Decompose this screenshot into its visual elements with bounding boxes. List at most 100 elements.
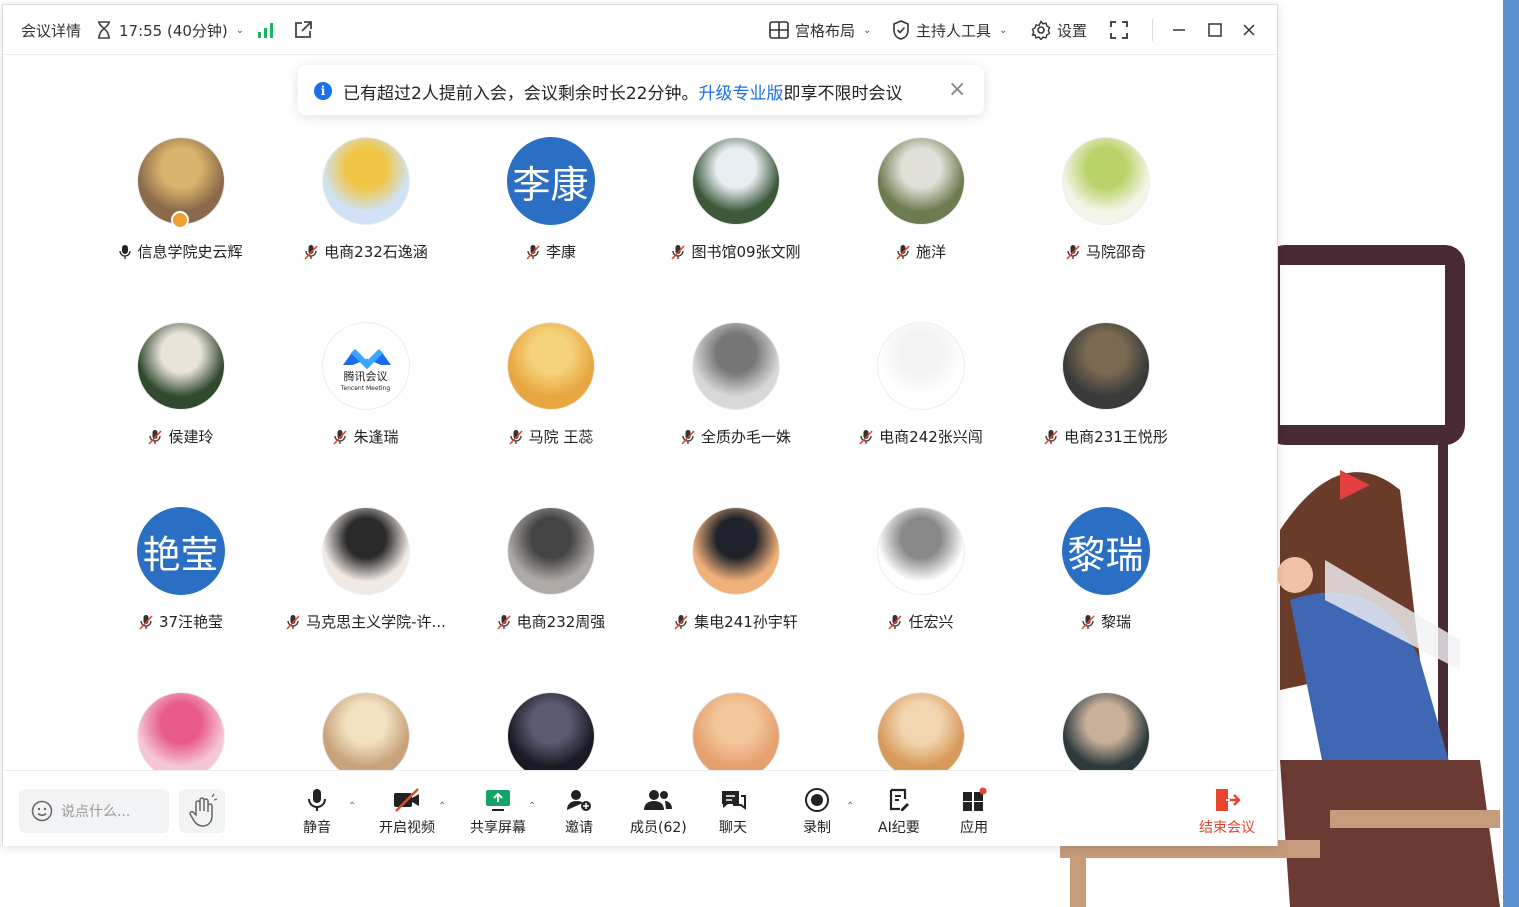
mic-muted-icon (888, 614, 903, 630)
share-screen-icon (486, 790, 510, 811)
avatar-photo (691, 137, 780, 225)
participant-name: 37汪艳莹 (88, 611, 273, 632)
share-screen-label: 共享屏幕 (470, 820, 526, 836)
participant-name: 马院 王蕊 (458, 426, 643, 447)
desktop-window-edge (1503, 0, 1519, 907)
title-divider (1152, 19, 1153, 41)
avatar-photo (506, 507, 595, 595)
maximize-icon[interactable] (1207, 5, 1223, 55)
time-limit-notice: i 已有超过2人提前入会，会议剩余时长22分钟。升级专业版即享不限时会议 × (298, 65, 984, 115)
avatar-photo (506, 692, 595, 772)
exit-icon (1216, 789, 1241, 811)
avatar-photo (876, 322, 965, 410)
video-label: 开启视频 (379, 820, 435, 836)
members-label: 成员(62) (630, 820, 687, 836)
grid-layout-icon (769, 21, 789, 39)
video-options-caret[interactable]: ⌃ (438, 801, 446, 812)
participant-tile[interactable]: 艳莹 37汪艳莹 (88, 487, 273, 637)
mute-label: 静音 (303, 820, 331, 836)
end-meeting-button[interactable]: 结束会议 (1199, 787, 1255, 837)
participant-tile[interactable]: 马院邵奇 (1013, 117, 1198, 267)
participant-tile[interactable]: 任宏兴 (828, 487, 1013, 637)
host-tools-label: 主持人工具 (916, 21, 992, 40)
participant-name: 电商232石逸涵 (273, 241, 458, 262)
participant-name-text: 全质办毛一姝 (700, 428, 791, 446)
network-signal-icon[interactable] (257, 5, 275, 55)
share-screen-button[interactable]: 共享屏幕 (470, 787, 526, 837)
meeting-window: 会议详情 17:55 (40分钟) ⌄ 宫格布局 ⌄ 主持人工具 ⌄ 设置 i … (2, 4, 1278, 846)
participant-name-text: 37汪艳莹 (158, 613, 224, 631)
share-options-caret[interactable]: ⌃ (528, 801, 536, 812)
quick-chat-input[interactable]: 说点什么... (19, 789, 169, 833)
apps-button[interactable]: 应用 (960, 787, 988, 837)
participant-tile[interactable]: 信息学院史云辉 (88, 117, 273, 267)
raise-hand-icon (189, 793, 218, 827)
meeting-details-button[interactable]: 会议详情 (21, 5, 81, 55)
mic-muted-icon (286, 614, 300, 630)
invite-label: 邀请 (565, 820, 593, 836)
chat-button[interactable]: 聊天 (719, 787, 747, 837)
avatar-photo (691, 507, 780, 595)
participant-tile[interactable]: 施洋 (828, 117, 1013, 267)
close-icon[interactable] (1241, 5, 1257, 55)
raise-hand-button[interactable] (179, 789, 225, 833)
participant-tile[interactable] (273, 672, 458, 772)
participant-tile[interactable] (1013, 672, 1198, 772)
avatar-photo (1061, 692, 1150, 772)
participant-tile[interactable]: 李康 李康 (458, 117, 643, 267)
record-button[interactable]: 录制 (803, 787, 831, 837)
participant-tile[interactable] (828, 672, 1013, 772)
minimize-icon[interactable] (1171, 5, 1187, 55)
fullscreen-icon[interactable] (1109, 5, 1129, 55)
mic-muted-icon (681, 429, 695, 445)
mic-muted-icon (304, 244, 318, 260)
video-off-icon (394, 788, 419, 812)
participant-tile[interactable] (458, 672, 643, 772)
avatar-photo (136, 322, 225, 410)
participant-tile[interactable]: 侯建玲 (88, 302, 273, 452)
invite-button[interactable]: 邀请 (565, 787, 593, 837)
participant-tile[interactable]: 电商232周强 (458, 487, 643, 637)
participant-tile[interactable]: 电商232石逸涵 (273, 117, 458, 267)
participant-name-text: 图书馆09张文刚 (691, 243, 801, 261)
emoji-icon (31, 800, 53, 822)
pop-out-icon[interactable] (293, 5, 313, 55)
participant-tile[interactable]: 马院 王蕊 (458, 302, 643, 452)
info-icon: i (314, 82, 332, 100)
ai-minutes-button[interactable]: AI纪要 (878, 787, 920, 837)
record-options-caret[interactable]: ⌃ (846, 801, 854, 812)
participant-tile[interactable]: 电商242张兴闯 (828, 302, 1013, 452)
participant-tile[interactable]: 集电241孙宇轩 (643, 487, 828, 637)
participant-tile[interactable]: 马克思主义学院-许... (273, 487, 458, 637)
video-button[interactable]: 开启视频 (379, 787, 435, 837)
participant-tile[interactable]: 腾讯会议 Tencent Meeting 朱逢瑞 (273, 302, 458, 452)
mute-button[interactable]: 静音 (303, 787, 331, 837)
mic-muted-icon (497, 614, 511, 630)
participant-tile[interactable]: 全质办毛一姝 (643, 302, 828, 452)
participant-name-text: 马克思主义学院-许... (306, 613, 446, 631)
participant-name: 集电241孙宇轩 (643, 611, 828, 632)
participant-tile[interactable]: 电商231王悦彤 (1013, 302, 1198, 452)
participant-tile[interactable] (643, 672, 828, 772)
settings-button[interactable]: 设置 (1031, 5, 1087, 55)
layout-button[interactable]: 宫格布局 ⌄ (769, 5, 871, 55)
participant-tile[interactable]: 图书馆09张文刚 (643, 117, 828, 267)
title-bar: 会议详情 17:55 (40分钟) ⌄ 宫格布局 ⌄ 主持人工具 ⌄ 设置 (3, 5, 1277, 55)
participant-tile[interactable] (88, 672, 273, 772)
participant-tile[interactable]: 黎瑞 黎瑞 (1013, 487, 1198, 637)
members-button[interactable]: 成员(62) (630, 787, 687, 837)
meeting-details-label: 会议详情 (21, 21, 82, 40)
mic-muted-icon (1081, 614, 1095, 630)
participant-name: 侯建玲 (88, 426, 273, 447)
layout-label: 宫格布局 (795, 21, 856, 40)
tencent-logo-line1: 腾讯会议 (343, 370, 388, 383)
mute-options-caret[interactable]: ⌃ (348, 801, 356, 812)
meeting-timer[interactable]: 17:55 (40分钟) ⌄ (95, 5, 244, 55)
participant-name-text: 任宏兴 (908, 613, 954, 631)
close-notice-icon[interactable]: × (948, 77, 966, 102)
upgrade-link[interactable]: 升级专业版 (698, 84, 783, 104)
host-tools-button[interactable]: 主持人工具 ⌄ (892, 5, 1007, 55)
participant-name: 信息学院史云辉 (88, 241, 273, 262)
avatar-photo (136, 692, 225, 772)
members-icon (644, 790, 673, 810)
